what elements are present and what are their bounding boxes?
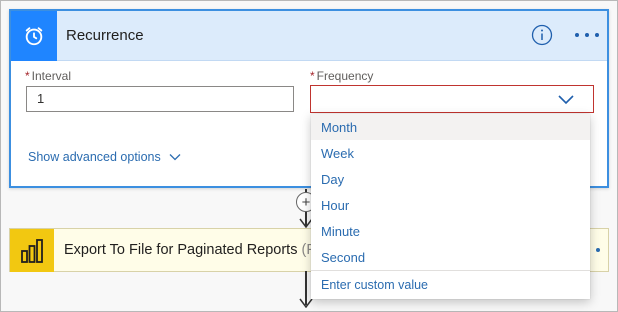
interval-label-text: Interval: [31, 69, 72, 83]
chevron-down-icon: [169, 154, 181, 161]
show-advanced-options-link[interactable]: Show advanced options: [28, 150, 181, 164]
dropdown-option-week[interactable]: Week: [311, 140, 590, 166]
interval-input[interactable]: 1: [26, 86, 294, 112]
frequency-select[interactable]: [310, 85, 594, 113]
frequency-label: * Frequency: [310, 69, 373, 83]
chevron-down-icon: [558, 95, 574, 105]
dropdown-option-minute[interactable]: Minute: [311, 218, 590, 244]
required-marker: *: [310, 69, 315, 83]
recurrence-card-title: Recurrence: [66, 27, 144, 44]
enter-custom-value-option[interactable]: Enter custom value: [311, 272, 590, 298]
interval-label: * Interval: [25, 69, 71, 83]
frequency-dropdown: Month Week Day Hour Minute Second Enter …: [311, 114, 590, 299]
dropdown-option-hour[interactable]: Hour: [311, 192, 590, 218]
plus-icon: +: [301, 193, 311, 211]
export-card-title: Export To File for Paginated Reports (Pr…: [64, 242, 329, 258]
dropdown-option-month[interactable]: Month: [311, 114, 590, 140]
alarm-clock-icon: [11, 11, 57, 61]
dropdown-option-day[interactable]: Day: [311, 166, 590, 192]
more-options-icon[interactable]: [573, 23, 601, 47]
recurrence-card-header[interactable]: Recurrence: [11, 11, 607, 61]
required-marker: *: [25, 69, 30, 83]
dropdown-divider: [311, 270, 590, 271]
more-options-icon[interactable]: [596, 248, 600, 252]
info-icon[interactable]: [530, 23, 554, 47]
export-card-title-text: Export To File for Paginated Reports: [64, 242, 298, 258]
arrow-down-icon: [299, 298, 313, 308]
dropdown-option-second[interactable]: Second: [311, 244, 590, 270]
frequency-label-text: Frequency: [316, 69, 374, 83]
show-advanced-options-label: Show advanced options: [28, 150, 161, 164]
power-bi-icon: [10, 229, 54, 272]
